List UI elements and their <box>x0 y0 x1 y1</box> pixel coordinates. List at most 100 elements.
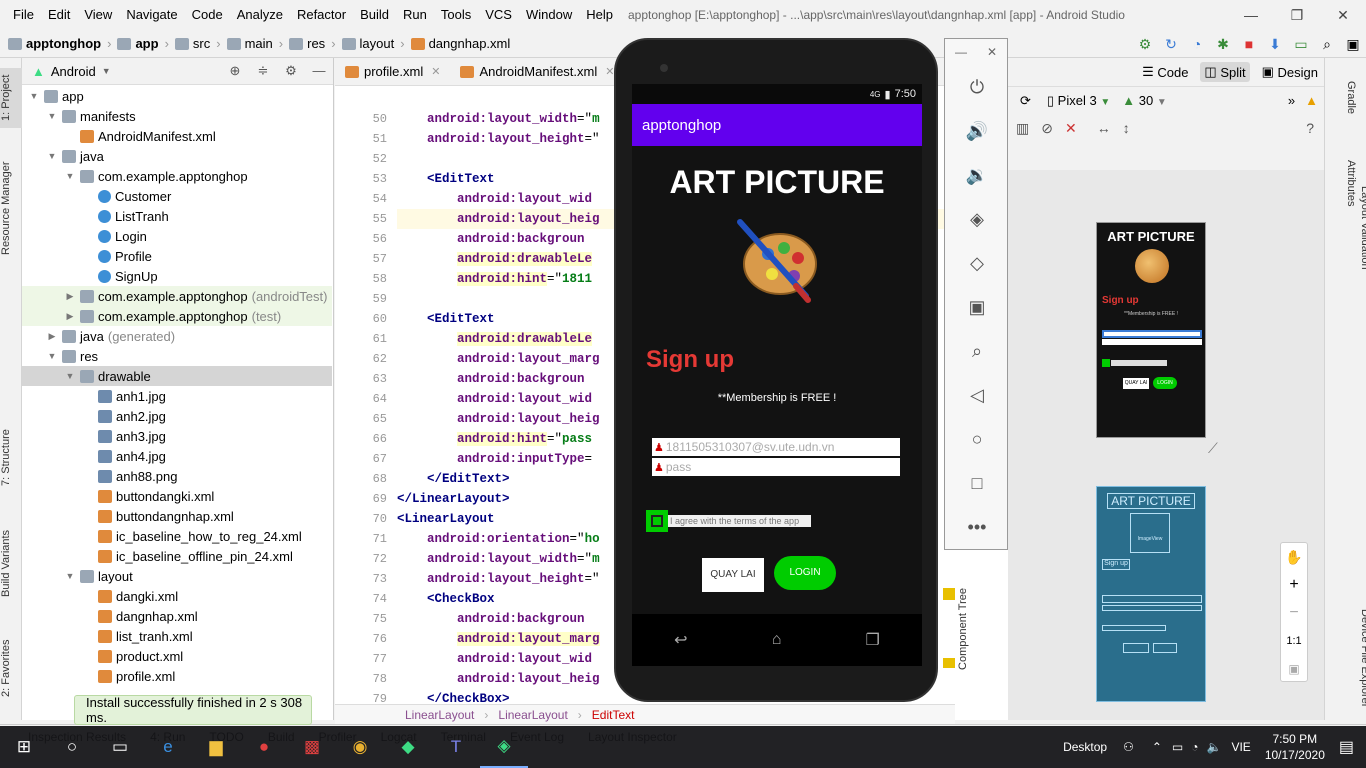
tool-tab-layout-validation[interactable]: Layout Validation <box>1349 158 1366 298</box>
back-nav-icon[interactable]: ↩ <box>674 630 687 650</box>
password-field[interactable]: ♟ pass <box>652 458 900 476</box>
paint-icon[interactable]: ● <box>240 726 288 768</box>
xml-crumb[interactable]: LinearLayout <box>498 708 567 722</box>
menu-vcs[interactable]: VCS <box>478 0 519 30</box>
breadcrumb-item[interactable]: main <box>226 36 273 51</box>
start-icon[interactable]: ⊞ <box>0 726 48 768</box>
tree-node[interactable]: ▼ com.example.apptonghop <box>22 166 332 186</box>
tool-tab-resource-manager[interactable]: Resource Manager <box>0 158 22 258</box>
preview-checkbox[interactable] <box>1102 359 1110 367</box>
expand-arrow-icon[interactable]: ▼ <box>64 571 76 581</box>
clock-area[interactable]: 7:50 PM 10/17/2020 <box>1265 731 1325 763</box>
teams-icon[interactable]: T <box>432 726 480 768</box>
api-selector[interactable]: ▲ 30 ▼ <box>1122 93 1167 108</box>
menu-run[interactable]: Run <box>396 0 434 30</box>
recents-nav-icon[interactable]: ❐ <box>866 630 880 650</box>
profile-icon[interactable]: ◔ <box>1184 36 1210 52</box>
tree-node[interactable]: Profile <box>22 246 332 266</box>
settings-icon[interactable]: ▣ <box>1340 36 1366 53</box>
clear-icon[interactable]: ✕ <box>1065 120 1077 137</box>
breadcrumb-item[interactable]: apptonghop <box>8 36 101 51</box>
android-studio-icon[interactable]: ◈ <box>480 726 528 768</box>
breadcrumb-item[interactable]: app <box>117 36 159 51</box>
design-canvas[interactable]: ART PICTURE Sign up **Membership is FREE… <box>1008 170 1324 720</box>
close-button[interactable]: ✕ <box>1320 7 1366 24</box>
sync-icon[interactable]: ↻ <box>1158 36 1184 53</box>
tree-node[interactable]: buttondangnhap.xml <box>22 506 332 526</box>
warning-marker[interactable] <box>943 588 955 600</box>
tool-tab-project[interactable]: 1: Project <box>0 68 22 128</box>
more-options-icon[interactable]: ••• <box>945 505 1009 549</box>
rotate-right-icon[interactable]: ◇ <box>945 241 1009 285</box>
back-button[interactable]: QUAY LAI <box>702 558 764 592</box>
stop-icon[interactable]: ■ <box>1236 36 1262 52</box>
xml-crumb[interactable]: LinearLayout <box>405 708 474 722</box>
volume-down-icon[interactable]: 🔉 <box>945 153 1009 197</box>
zoom-in-icon[interactable]: + <box>1281 571 1307 599</box>
device-selector[interactable]: ▯ Pixel 3 ▼ <box>1047 93 1110 109</box>
tree-node[interactable]: anh2.jpg <box>22 406 332 426</box>
home-nav-icon[interactable]: ⌂ <box>772 631 782 649</box>
hide-icon[interactable]: — <box>305 63 333 79</box>
search-icon[interactable]: ○ <box>48 726 96 768</box>
tree-node[interactable]: Customer <box>22 186 332 206</box>
menu-tools[interactable]: Tools <box>434 0 478 30</box>
menu-code[interactable]: Code <box>185 0 230 30</box>
tool-tab-build-variants[interactable]: Build Variants <box>0 523 22 603</box>
resize-handle-icon[interactable]: ⟋ <box>1208 440 1224 456</box>
tree-node[interactable]: anh4.jpg <box>22 446 332 466</box>
volume-icon[interactable]: 🔈 <box>1207 740 1222 754</box>
notification-icon[interactable]: ▤ <box>1339 737 1354 757</box>
tree-node[interactable]: SignUp <box>22 266 332 286</box>
expand-arrow-icon[interactable]: ▼ <box>46 151 58 161</box>
project-view-selector[interactable]: Android <box>51 64 96 79</box>
hspread-icon[interactable]: ↔ <box>1097 120 1111 136</box>
chrome-icon[interactable]: ◉ <box>336 726 384 768</box>
menu-navigate[interactable]: Navigate <box>119 0 184 30</box>
tab-profile[interactable]: profile.xml ✕ <box>335 58 450 86</box>
language-indicator[interactable]: VIE <box>1231 740 1250 754</box>
tool-tab-favorites[interactable]: 2: Favorites <box>0 638 22 698</box>
emulator-screen[interactable]: 4G ▮ 7:50 apptonghop ART PICTURE Sign up <box>632 84 922 666</box>
tree-node[interactable]: ▶ com.example.apptonghop (androidTest) <box>22 286 332 306</box>
overview-icon[interactable]: □ <box>945 461 1009 505</box>
tree-node[interactable]: ▼ java <box>22 146 332 166</box>
vspread-icon[interactable]: ↕ <box>1123 120 1130 136</box>
tab-android-manifest[interactable]: AndroidManifest.xml ✕ <box>450 58 624 86</box>
more-icon[interactable]: » <box>1288 93 1295 108</box>
menu-refactor[interactable]: Refactor <box>290 0 353 30</box>
menu-analyze[interactable]: Analyze <box>230 0 290 30</box>
gear-icon[interactable]: ⚙ <box>277 63 305 79</box>
component-tree-tab[interactable]: Component Tree <box>957 588 977 670</box>
file-explorer-icon[interactable]: ▆ <box>192 726 240 768</box>
split-mode-button[interactable]: ◫ Split <box>1200 62 1250 82</box>
tree-node[interactable]: ic_baseline_offline_pin_24.xml <box>22 546 332 566</box>
zoom-out-icon[interactable]: − <box>1281 599 1307 627</box>
tree-node[interactable]: ▼ drawable <box>22 366 332 386</box>
zoom-ratio[interactable]: 1:1 <box>1281 627 1307 655</box>
preview-login-button[interactable]: LOGIN <box>1153 377 1177 389</box>
expand-arrow-icon[interactable]: ▼ <box>46 351 58 361</box>
maximize-button[interactable]: ❐ <box>1274 7 1320 24</box>
breadcrumb-item[interactable]: dangnhap.xml <box>410 36 510 51</box>
tree-node[interactable]: ic_baseline_how_to_reg_24.xml <box>22 526 332 546</box>
tree-node[interactable]: anh88.png <box>22 466 332 486</box>
collapse-icon[interactable]: ≑ <box>249 63 277 79</box>
store-icon[interactable]: ▩ <box>288 726 336 768</box>
preview-email-field[interactable] <box>1102 330 1202 338</box>
orientation-icon[interactable]: ⟳ <box>1020 93 1031 109</box>
blueprint-preview[interactable]: ART PICTURE ImageView Sign up <box>1096 486 1206 702</box>
edge-icon[interactable]: e <box>144 726 192 768</box>
login-button[interactable]: LOGIN <box>774 556 836 590</box>
battery-icon[interactable]: ▭ <box>1172 740 1183 754</box>
expand-arrow-icon[interactable]: ▶ <box>64 311 76 322</box>
blueprint-toggle-icon[interactable]: ▥ <box>1016 120 1029 137</box>
tree-node[interactable]: buttondangki.xml <box>22 486 332 506</box>
tree-node[interactable]: ▼ res <box>22 346 332 366</box>
expand-arrow-icon[interactable]: ▶ <box>46 331 58 342</box>
expand-arrow-icon[interactable]: ▼ <box>46 111 58 121</box>
desktop-toolbar[interactable]: Desktop <box>1063 740 1107 754</box>
code-mode-button[interactable]: ☰ Code <box>1142 64 1188 80</box>
menu-edit[interactable]: Edit <box>41 0 77 30</box>
avd-manager-icon[interactable]: ▭ <box>1288 36 1314 53</box>
